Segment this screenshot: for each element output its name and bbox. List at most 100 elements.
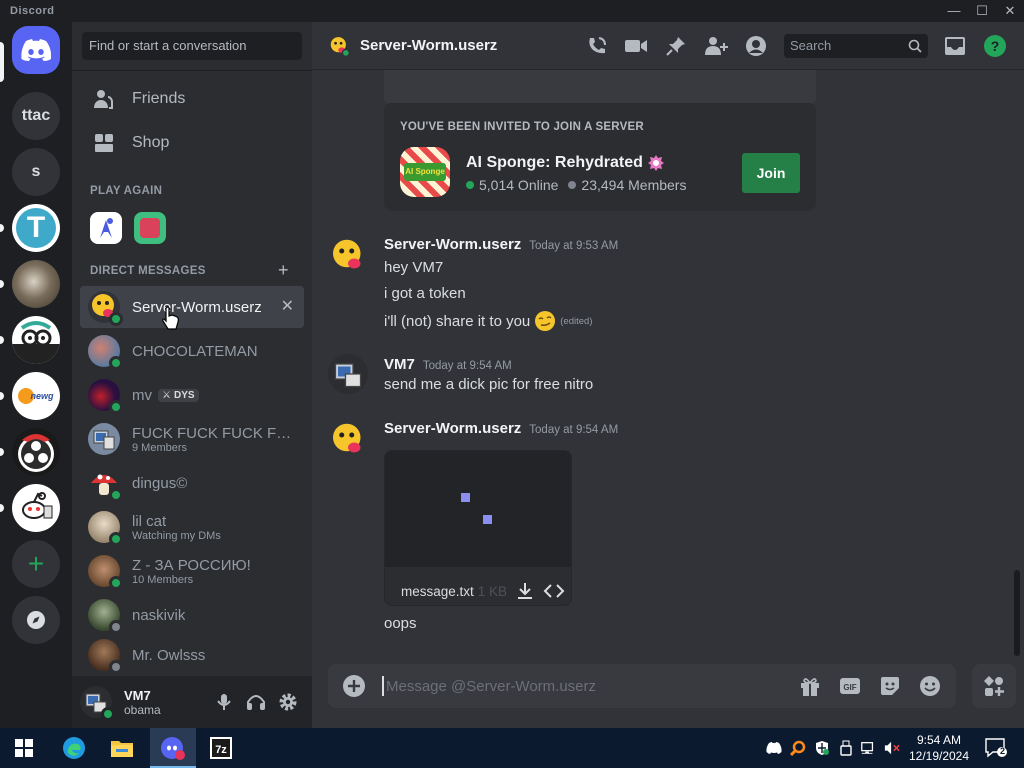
tongue-emoji-avatar-icon xyxy=(333,423,361,453)
user-settings-button[interactable] xyxy=(276,690,300,714)
server-reddit-icon[interactable] xyxy=(12,484,60,532)
upload-button[interactable] xyxy=(342,674,366,698)
add-friends-to-dm-button[interactable] xyxy=(703,34,729,58)
inbox-button[interactable] xyxy=(942,34,968,58)
help-button[interactable]: ? xyxy=(982,34,1008,58)
reddit-alien-icon xyxy=(22,492,53,519)
add-server-button[interactable]: + xyxy=(12,540,60,588)
avatar xyxy=(88,511,123,546)
sticker-picker-button[interactable] xyxy=(878,674,902,698)
tray-usb-icon[interactable] xyxy=(838,740,854,756)
message-avatar[interactable] xyxy=(328,354,368,394)
game-icon-2[interactable] xyxy=(134,212,166,244)
taskbar-clock[interactable]: 9:54 AM 12/19/2024 xyxy=(904,732,974,764)
invite-server-name-row: AI Sponge: Rehydrated xyxy=(466,154,664,172)
taskbar-file-explorer[interactable] xyxy=(106,732,138,764)
dm-item-mr-owlsss[interactable]: Mr. Owlsss xyxy=(80,638,304,672)
7zip-icon: 7z xyxy=(210,737,232,759)
notification-count: 2 xyxy=(1000,746,1006,756)
avatar xyxy=(88,599,123,634)
message-author[interactable]: VM7 xyxy=(384,356,415,373)
message-input[interactable] xyxy=(382,676,762,696)
dm-item-server-worm[interactable]: Server-Worm.userz ✕ xyxy=(80,286,304,328)
join-server-button[interactable]: Join xyxy=(742,153,800,193)
server-s[interactable]: s xyxy=(12,148,60,196)
avatar xyxy=(88,467,123,502)
dm-item-group-chat[interactable]: FUCK FUCK FUCK FU... 9 Members xyxy=(80,418,304,460)
sticker-icon xyxy=(881,677,899,695)
emoji-picker-button[interactable] xyxy=(918,674,942,698)
video-call-button[interactable] xyxy=(623,34,649,58)
server-ttac[interactable]: ttac xyxy=(12,92,60,140)
online-status-dot xyxy=(109,312,123,326)
server-cat-photo-icon[interactable] xyxy=(12,260,60,308)
dm-item-dingus[interactable]: dingus© xyxy=(80,462,304,504)
message-author[interactable]: Server-Worm.userz xyxy=(384,420,521,437)
dm-item-naskivik[interactable]: naskivik xyxy=(80,594,304,636)
home-button[interactable] xyxy=(12,26,60,74)
server-rail: ttac s T newg + xyxy=(0,22,72,728)
search-input[interactable]: Search xyxy=(784,34,928,58)
dm-name: FUCK FUCK FUCK FU... xyxy=(132,424,297,442)
tongue-emoji-avatar-icon xyxy=(330,36,350,57)
tray-discord-icon[interactable] xyxy=(766,740,782,756)
tray-security-icon[interactable] xyxy=(814,740,830,756)
dm-item-lil-cat[interactable]: lil cat Watching my DMs xyxy=(80,506,304,548)
dm-item-z-group[interactable]: Z - ЗА РОССИЮ! 10 Members xyxy=(80,550,304,592)
close-window-button[interactable]: ✕ xyxy=(996,2,1024,20)
dm-item-chocolateman[interactable]: CHOCOLATEMAN xyxy=(80,330,304,372)
server-cartoon-face-icon[interactable] xyxy=(12,316,60,364)
headphones-icon xyxy=(247,695,265,710)
dm-item-mv[interactable]: mv ⚔ DYS xyxy=(80,374,304,416)
chat-scrollbar[interactable] xyxy=(1014,570,1020,656)
obs-logo-icon xyxy=(18,434,54,472)
discord-window: Discord — ☐ ✕ ttac s T newg + Find or st… xyxy=(0,0,1024,728)
notification-center-button[interactable]: 2 xyxy=(980,732,1012,764)
maximize-button[interactable]: ☐ xyxy=(968,2,996,20)
online-status-dot xyxy=(109,400,123,414)
server-obs-icon[interactable] xyxy=(12,428,60,476)
code-view-icon[interactable] xyxy=(543,582,565,600)
clan-tag-badge: ⚔ DYS xyxy=(158,388,199,402)
tray-search-app-icon[interactable] xyxy=(790,740,806,756)
message-list: YOU'VE BEEN INVITED TO JOIN A SERVER AI … xyxy=(312,70,1024,664)
message-avatar[interactable] xyxy=(328,420,368,460)
user-avatar[interactable] xyxy=(80,686,115,721)
create-dm-button[interactable]: + xyxy=(278,260,289,281)
clock-date: 12/19/2024 xyxy=(908,749,970,763)
download-icon[interactable] xyxy=(515,581,535,601)
start-button[interactable] xyxy=(8,732,40,764)
taskbar-edge[interactable] xyxy=(58,732,90,764)
dm-name: mv xyxy=(132,386,152,404)
find-conversation-button[interactable]: Find or start a conversation xyxy=(82,32,302,60)
explore-servers-button[interactable] xyxy=(12,596,60,644)
tray-network-icon[interactable] xyxy=(860,740,876,756)
gif-picker-button[interactable]: GIF xyxy=(838,674,862,698)
mute-microphone-button[interactable] xyxy=(212,690,236,714)
close-dm-icon[interactable]: ✕ xyxy=(281,296,294,316)
minimize-button[interactable]: — xyxy=(940,2,968,20)
invite-server-icon[interactable]: AI Sponge xyxy=(400,147,450,197)
tray-volume-icon[interactable] xyxy=(884,740,900,756)
pinned-messages-button[interactable] xyxy=(663,34,689,58)
taskbar-7zip[interactable]: 7z xyxy=(205,732,237,764)
user-profile-button[interactable] xyxy=(743,34,769,58)
nav-friends-label: Friends xyxy=(132,90,186,107)
voice-call-button[interactable] xyxy=(584,34,610,58)
server-newgrounds-icon[interactable]: newg xyxy=(12,372,60,420)
hand-cursor-icon xyxy=(162,306,179,330)
message-author[interactable]: Server-Worm.userz xyxy=(384,236,521,253)
attachment-preview[interactable] xyxy=(385,451,571,567)
nav-shop[interactable]: Shop xyxy=(80,122,304,164)
apps-button[interactable] xyxy=(972,664,1016,708)
deafen-button[interactable] xyxy=(244,690,268,714)
svg-text:7z: 7z xyxy=(215,744,227,756)
send-gift-button[interactable] xyxy=(798,674,822,698)
message-avatar[interactable] xyxy=(328,236,368,276)
nav-friends[interactable]: Friends xyxy=(80,78,304,120)
server-t-icon[interactable]: T xyxy=(12,204,60,252)
volume-muted-icon xyxy=(884,741,900,755)
game-icon-1[interactable] xyxy=(90,212,122,244)
windows-logo-icon xyxy=(15,739,33,757)
taskbar-discord[interactable] xyxy=(157,732,189,764)
